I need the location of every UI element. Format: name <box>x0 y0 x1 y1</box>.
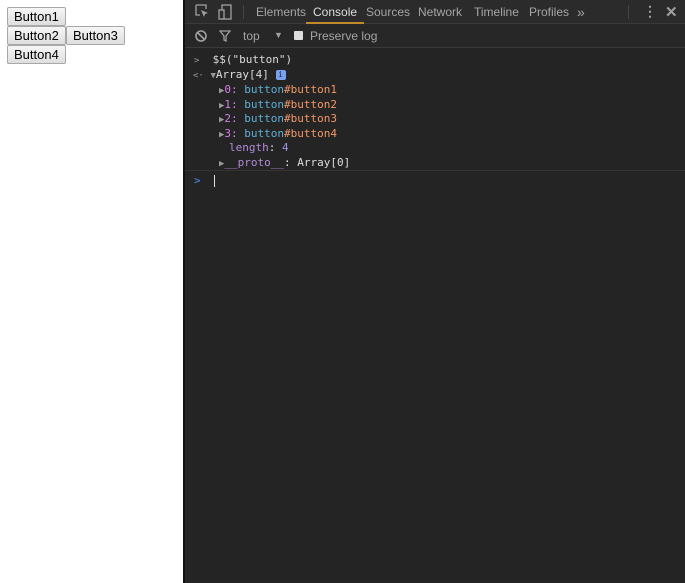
devtools-panel: Elements Console Sources Network Timelin… <box>185 0 685 583</box>
tab-network[interactable]: Network <box>418 0 462 24</box>
text-cursor <box>213 175 215 187</box>
proto-property[interactable]: ▶__proto__: Array[0] <box>219 156 350 170</box>
console-input-line: > $$("button") <box>194 53 293 66</box>
more-options-icon[interactable]: ⋮ <box>643 4 657 18</box>
button1[interactable]: Button1 <box>7 7 66 26</box>
web-page: Button1 Button2 Button3 Button4 <box>0 0 183 583</box>
separator <box>628 5 629 19</box>
context-select[interactable]: top <box>243 29 260 43</box>
array-item[interactable]: ▶3: button#button4 <box>219 127 337 141</box>
button2[interactable]: Button2 <box>7 26 66 45</box>
console-prompt[interactable]: > <box>194 174 215 188</box>
chevron-down-icon[interactable]: ▼ <box>274 30 283 40</box>
clear-console-icon[interactable] <box>195 30 207 45</box>
tab-sources[interactable]: Sources <box>366 0 410 24</box>
console-result-line[interactable]: <· ▼Array[4] i <box>193 68 286 82</box>
result-label: Array[4] <box>215 68 269 81</box>
tab-profiles[interactable]: Profiles <box>529 0 569 24</box>
button3[interactable]: Button3 <box>66 26 125 45</box>
inspect-element-icon[interactable] <box>195 4 209 21</box>
more-tabs-icon[interactable]: » <box>577 0 585 24</box>
info-badge[interactable]: i <box>275 70 286 80</box>
console-command: $$("button") <box>212 53 293 66</box>
button4[interactable]: Button4 <box>7 45 66 64</box>
tab-elements[interactable]: Elements <box>256 0 306 24</box>
separator <box>243 5 244 19</box>
devtools-tabbar: Elements Console Sources Network Timelin… <box>185 0 685 24</box>
array-item[interactable]: ▶2: button#button3 <box>219 112 337 126</box>
tab-timeline[interactable]: Timeline <box>474 0 519 24</box>
preserve-log-label: Preserve log <box>310 29 378 43</box>
length-property: length: 4 <box>229 141 289 154</box>
tab-console[interactable]: Console <box>306 0 365 24</box>
separator <box>185 170 685 171</box>
array-item[interactable]: ▶1: button#button2 <box>219 98 337 112</box>
preserve-log-checkbox[interactable] <box>294 31 303 40</box>
filter-icon[interactable] <box>218 30 232 45</box>
console-toolbar: top ▼ Preserve log <box>185 24 685 48</box>
close-icon[interactable]: ✕ <box>665 3 678 21</box>
array-item[interactable]: ▶0: button#button1 <box>219 83 337 97</box>
device-toolbar-icon[interactable] <box>218 4 232 23</box>
